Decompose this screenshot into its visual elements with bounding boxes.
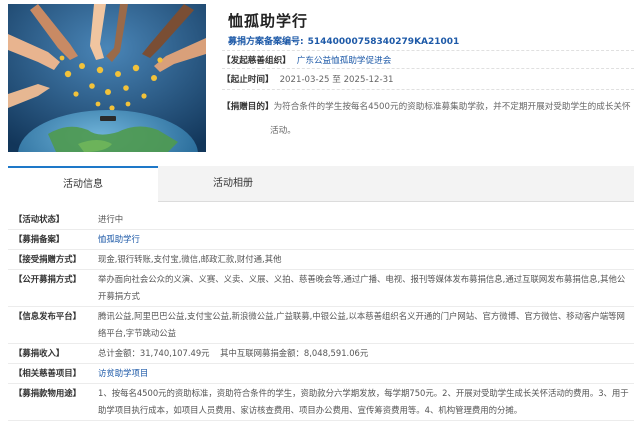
tab-activity-info[interactable]: 活动信息 [8,166,158,202]
purpose-row: 【捐赠目的】 为符合条件的学生按每名4500元的资助标准募集助学款，并不定期开展… [222,95,636,143]
detail-value: 现金,银行转账,支付宝,微信,邮政汇款,财付通,其他 [98,254,282,264]
hands-globe-illustration [8,4,206,152]
detail-label: 【信息发布平台】 [14,311,81,321]
detail-row-fundraising-methods: 【公开募捐方式】 举办面向社会公众的义演、义赛、义卖、义展、义拍、慈善晚会等,通… [8,270,634,307]
project-cover-image [8,4,206,152]
detail-row-related-project: 【相关慈善项目】 访贫助学项目 [8,364,634,384]
detail-label: 【公开募捐方式】 [14,274,81,284]
project-title: 恤孤助学行 [228,12,309,30]
detail-value: 腾讯公益,阿里巴巴公益,支付宝公益,新浪微公益,广益联募,中银公益,以本慈善组织… [98,311,625,338]
record-number-row: 募捐方案备案编号: 51440000758340279KA21001 [228,34,459,47]
detail-label: 【募捐收入】 [14,348,65,358]
record-number-label: 募捐方案备案编号: [228,37,304,47]
detail-row-record: 【募捐备案】 恤孤助学行 [8,230,634,250]
detail-row-income: 【募捐收入】 总计金额：31,740,107.49元 其中互联网募捐金额：8,0… [8,344,634,364]
organizer-label: 【发起慈善组织】 [222,56,291,66]
record-number-value: 51440000758340279KA21001 [307,37,460,47]
detail-label: 【活动状态】 [14,214,65,224]
detail-row-usage: 【募捐款物用途】 1、按每名4500元的资助标准，资助符合条件的学生，资助款分六… [8,384,634,421]
divider [222,89,634,90]
detail-value: 进行中 [98,214,124,224]
detail-row-donation-methods: 【接受捐赠方式】 现金,银行转账,支付宝,微信,邮政汇款,财付通,其他 [8,250,634,270]
record-link[interactable]: 恤孤助学行 [92,231,634,248]
divider [222,50,634,51]
tab-bar: 活动信息 活动相册 [8,166,634,202]
purpose-label: 【捐赠目的】 [222,102,274,112]
detail-value: 举办面向社会公众的义演、义赛、义卖、义展、义拍、慈善晚会等,通过广播、电视、报刊… [98,274,626,301]
period-row: 【起止时间】 2021-03-25 至 2025-12-31 [222,73,394,85]
organizer-link[interactable]: 广东公益恤孤助学促进会 [297,56,392,66]
detail-label: 【募捐备案】 [14,234,65,244]
tab-activity-album[interactable]: 活动相册 [158,166,308,202]
activity-detail-table: 【活动状态】 进行中 【募捐备案】 恤孤助学行 【接受捐赠方式】 现金,银行转账… [8,210,634,421]
detail-label: 【募捐款物用途】 [14,388,81,398]
detail-label: 【接受捐赠方式】 [14,254,81,264]
detail-row-status: 【活动状态】 进行中 [8,210,634,230]
detail-label: 【相关慈善项目】 [14,368,81,378]
period-value: 2021-03-25 至 2025-12-31 [279,75,394,85]
detail-row-platforms: 【信息发布平台】 腾讯公益,阿里巴巴公益,支付宝公益,新浪微公益,广益联募,中银… [8,307,634,344]
related-project-link[interactable]: 访贫助学项目 [92,365,634,382]
detail-value: 1、按每名4500元的资助标准，资助符合条件的学生，资助款分六学期发放，每学期7… [98,388,629,415]
detail-value: 总计金额：31,740,107.49元 其中互联网募捐金额：8,048,591.… [98,348,369,358]
organizer-row: 【发起慈善组织】 广东公益恤孤助学促进会 [222,54,391,66]
divider [222,68,634,69]
purpose-text: 为符合条件的学生按每名4500元的资助标准募集助学款，并不定期开展对受助学生的成… [270,102,631,136]
period-label: 【起止时间】 [222,75,274,85]
